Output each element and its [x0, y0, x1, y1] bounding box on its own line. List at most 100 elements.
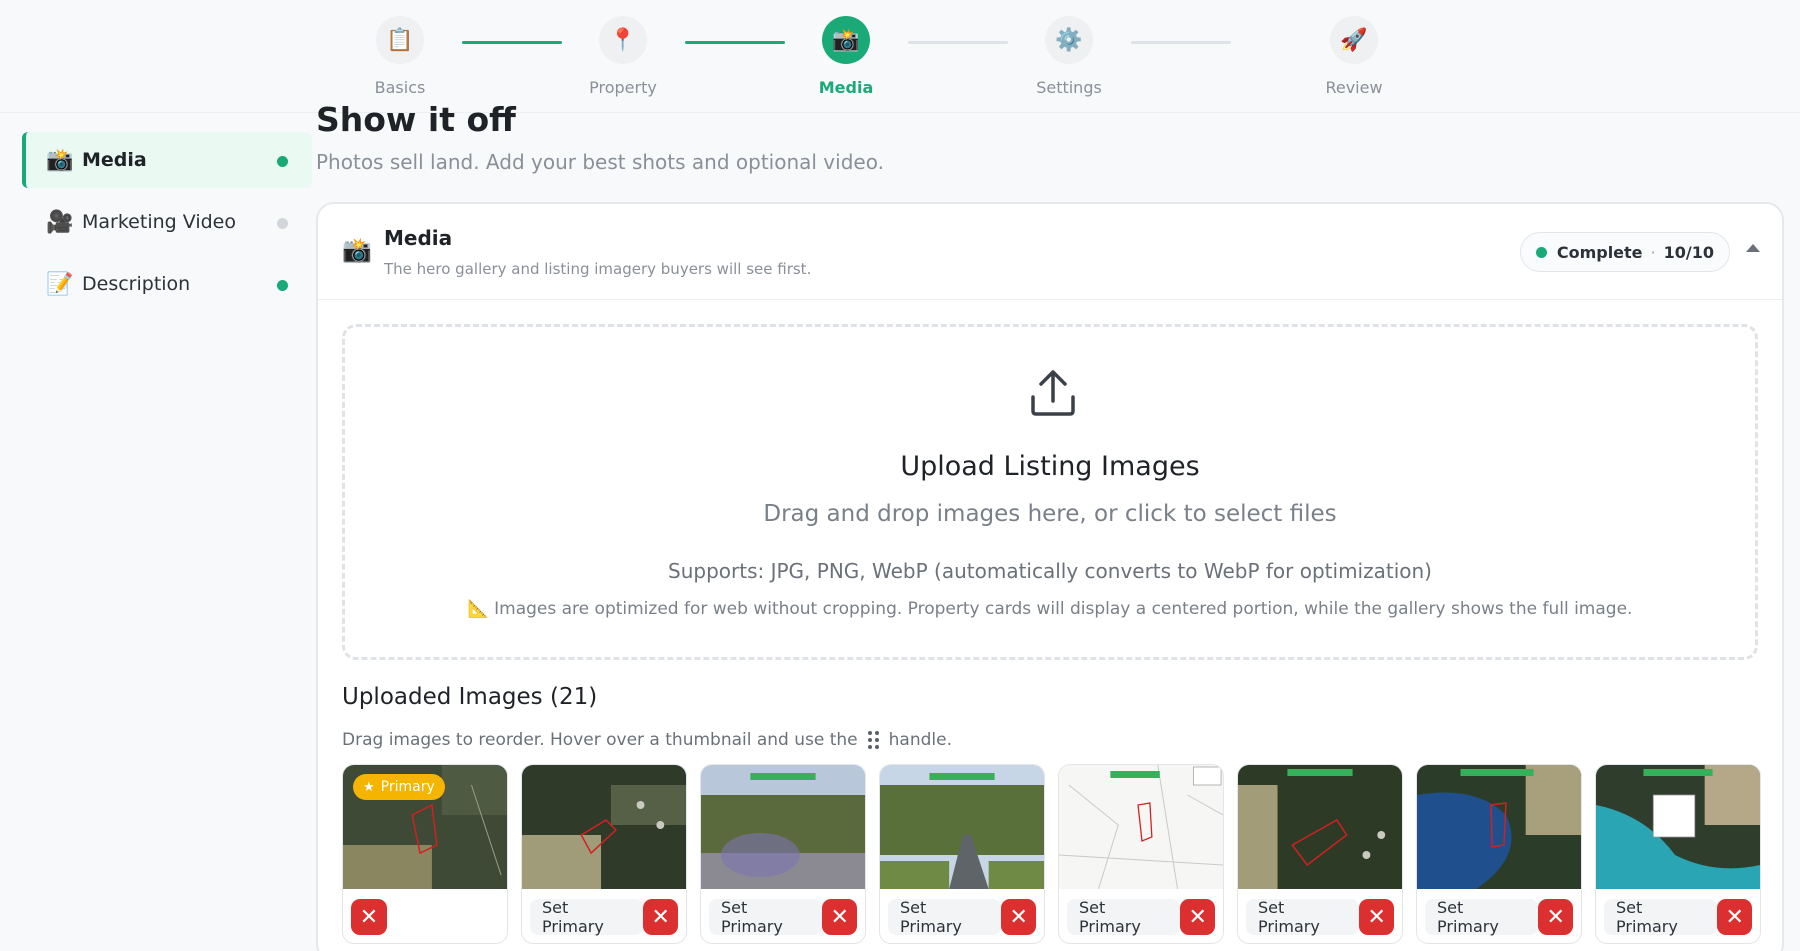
- image-thumbnail[interactable]: Set Primary ✕: [521, 764, 687, 944]
- set-primary-button[interactable]: Set Primary: [709, 898, 823, 936]
- step-media[interactable]: 📸 Media: [791, 16, 901, 97]
- thumbnail-actions: Set Primary ✕: [888, 898, 1036, 936]
- thumbnail-image: [522, 765, 686, 889]
- rocket-icon: 🚀: [1330, 16, 1378, 64]
- separator-dot: ·: [1650, 242, 1656, 262]
- memo-icon: 📝: [46, 271, 74, 297]
- primary-label: Primary: [380, 779, 435, 795]
- thumbnail-image: [1596, 765, 1760, 889]
- status-count: 10/10: [1663, 242, 1714, 262]
- delete-image-button[interactable]: ✕: [351, 899, 387, 935]
- collapse-caret-icon[interactable]: [1746, 244, 1760, 252]
- step-basics[interactable]: 📋 Basics: [345, 16, 455, 97]
- dropzone-title: Upload Listing Images: [900, 451, 1200, 482]
- thumbnail-actions: Set Primary ✕: [1604, 898, 1752, 936]
- image-thumbnail[interactable]: Set Primary ✕: [1595, 764, 1761, 944]
- delete-image-button[interactable]: ✕: [1359, 899, 1394, 935]
- hint-text: Drag images to reorder. Hover over a thu…: [342, 730, 858, 750]
- camera-icon: 📸: [46, 147, 74, 173]
- uploaded-images-title: Uploaded Images (21): [342, 684, 598, 710]
- set-primary-button[interactable]: Set Primary: [530, 898, 644, 936]
- step-label: Review: [1325, 78, 1383, 97]
- sidebar-item-marketing-video[interactable]: 🎥 Marketing Video: [22, 194, 312, 250]
- delete-image-button[interactable]: ✕: [643, 899, 678, 935]
- step-label: Settings: [1036, 78, 1102, 97]
- thumbnail-image: [1059, 765, 1223, 889]
- page-title: Show it off: [316, 100, 516, 139]
- stepper-connector: [1131, 41, 1231, 44]
- step-label: Basics: [374, 78, 426, 97]
- sidebar-item-label: Marketing Video: [82, 211, 236, 233]
- set-primary-button[interactable]: Set Primary: [1246, 898, 1360, 936]
- stepper-connector: [462, 41, 562, 44]
- drag-handle-icon: [867, 731, 879, 749]
- progress-stepper: 📋 Basics 📍 Property 📸 Media ⚙️ Settings …: [0, 0, 1800, 113]
- image-thumbnail[interactable]: Set Primary ✕: [1058, 764, 1224, 944]
- thumbnail-image: [1238, 765, 1402, 889]
- step-label: Media: [818, 78, 874, 97]
- set-primary-button[interactable]: Set Primary: [1604, 898, 1718, 936]
- image-thumbnail[interactable]: Set Primary ✕: [1416, 764, 1582, 944]
- sidebar-item-media[interactable]: 📸 Media: [22, 132, 312, 188]
- thumbnail-actions: Set Primary ✕: [530, 898, 678, 936]
- status-dot: [277, 280, 288, 291]
- image-thumbnail[interactable]: Set Primary ✕: [1237, 764, 1403, 944]
- thumbnail-actions: Set Primary ✕: [709, 898, 857, 936]
- ruler-icon: 📐: [467, 599, 489, 619]
- thumbnail-actions: ✕: [351, 898, 499, 936]
- thumbnail-actions: Set Primary ✕: [1246, 898, 1394, 936]
- primary-badge: ★ Primary: [353, 774, 445, 800]
- dropzone-supports: Supports: JPG, PNG, WebP (automatically …: [668, 559, 1432, 583]
- star-icon: ★: [363, 779, 375, 795]
- media-card: 📸 Media The hero gallery and listing ima…: [316, 202, 1784, 951]
- step-label: Property: [589, 78, 657, 97]
- delete-image-button[interactable]: ✕: [1180, 899, 1215, 935]
- thumbnail-actions: Set Primary ✕: [1067, 898, 1215, 936]
- delete-image-button[interactable]: ✕: [822, 899, 857, 935]
- stepper-connector: [908, 41, 1008, 44]
- delete-image-button[interactable]: ✕: [1717, 899, 1752, 935]
- media-card-header[interactable]: 📸 Media The hero gallery and listing ima…: [318, 204, 1782, 300]
- step-property[interactable]: 📍 Property: [568, 16, 678, 97]
- thumbnail-image: [701, 765, 865, 889]
- step-review[interactable]: 🚀 Review: [1299, 16, 1409, 97]
- delete-image-button[interactable]: ✕: [1001, 899, 1036, 935]
- sidebar-item-description[interactable]: 📝 Description: [22, 256, 312, 312]
- set-primary-button[interactable]: Set Primary: [1067, 898, 1181, 936]
- note-text: Images are optimized for web without cro…: [494, 599, 1633, 619]
- status-dot: [1535, 246, 1547, 258]
- gear-icon: ⚙️: [1045, 16, 1093, 64]
- page-subtitle: Photos sell land. Add your best shots an…: [316, 150, 884, 174]
- step-settings[interactable]: ⚙️ Settings: [1014, 16, 1124, 97]
- image-thumbnail[interactable]: Set Primary ✕: [700, 764, 866, 944]
- hint-text: handle.: [888, 730, 952, 750]
- camera-icon: 📸: [342, 236, 372, 264]
- thumbnail-image: [880, 765, 1044, 889]
- status-dot: [277, 218, 288, 229]
- thumbnail-actions: Set Primary ✕: [1425, 898, 1573, 936]
- image-thumbnail[interactable]: Set Primary ✕: [879, 764, 1045, 944]
- section-sidebar: 📸 Media 🎥 Marketing Video 📝 Description: [22, 132, 312, 318]
- image-thumbnail[interactable]: ★ Primary ✕: [342, 764, 508, 944]
- video-camera-icon: 🎥: [46, 209, 74, 235]
- thumbnail-image: [1417, 765, 1581, 889]
- stepper-connector: [685, 41, 785, 44]
- uploaded-images-hint: Drag images to reorder. Hover over a thu…: [342, 730, 952, 750]
- sidebar-item-label: Description: [82, 273, 191, 295]
- set-primary-button[interactable]: Set Primary: [888, 898, 1002, 936]
- delete-image-button[interactable]: ✕: [1538, 899, 1573, 935]
- status-badge: Complete · 10/10: [1519, 232, 1730, 272]
- upload-icon: [1027, 367, 1079, 423]
- set-primary-button[interactable]: Set Primary: [1425, 898, 1539, 936]
- status-dot: [277, 156, 288, 167]
- clipboard-icon: 📋: [376, 16, 424, 64]
- card-title: Media: [384, 226, 453, 250]
- dropzone-subtitle: Drag and drop images here, or click to s…: [763, 501, 1337, 527]
- dropzone-note: 📐 Images are optimized for web without c…: [345, 599, 1755, 619]
- sidebar-item-label: Media: [82, 149, 147, 171]
- status-label: Complete: [1556, 242, 1643, 262]
- card-subtitle: The hero gallery and listing imagery buy…: [384, 260, 812, 278]
- image-dropzone[interactable]: Upload Listing Images Drag and drop imag…: [342, 324, 1758, 660]
- pin-icon: 📍: [599, 16, 647, 64]
- camera-icon: 📸: [822, 16, 870, 64]
